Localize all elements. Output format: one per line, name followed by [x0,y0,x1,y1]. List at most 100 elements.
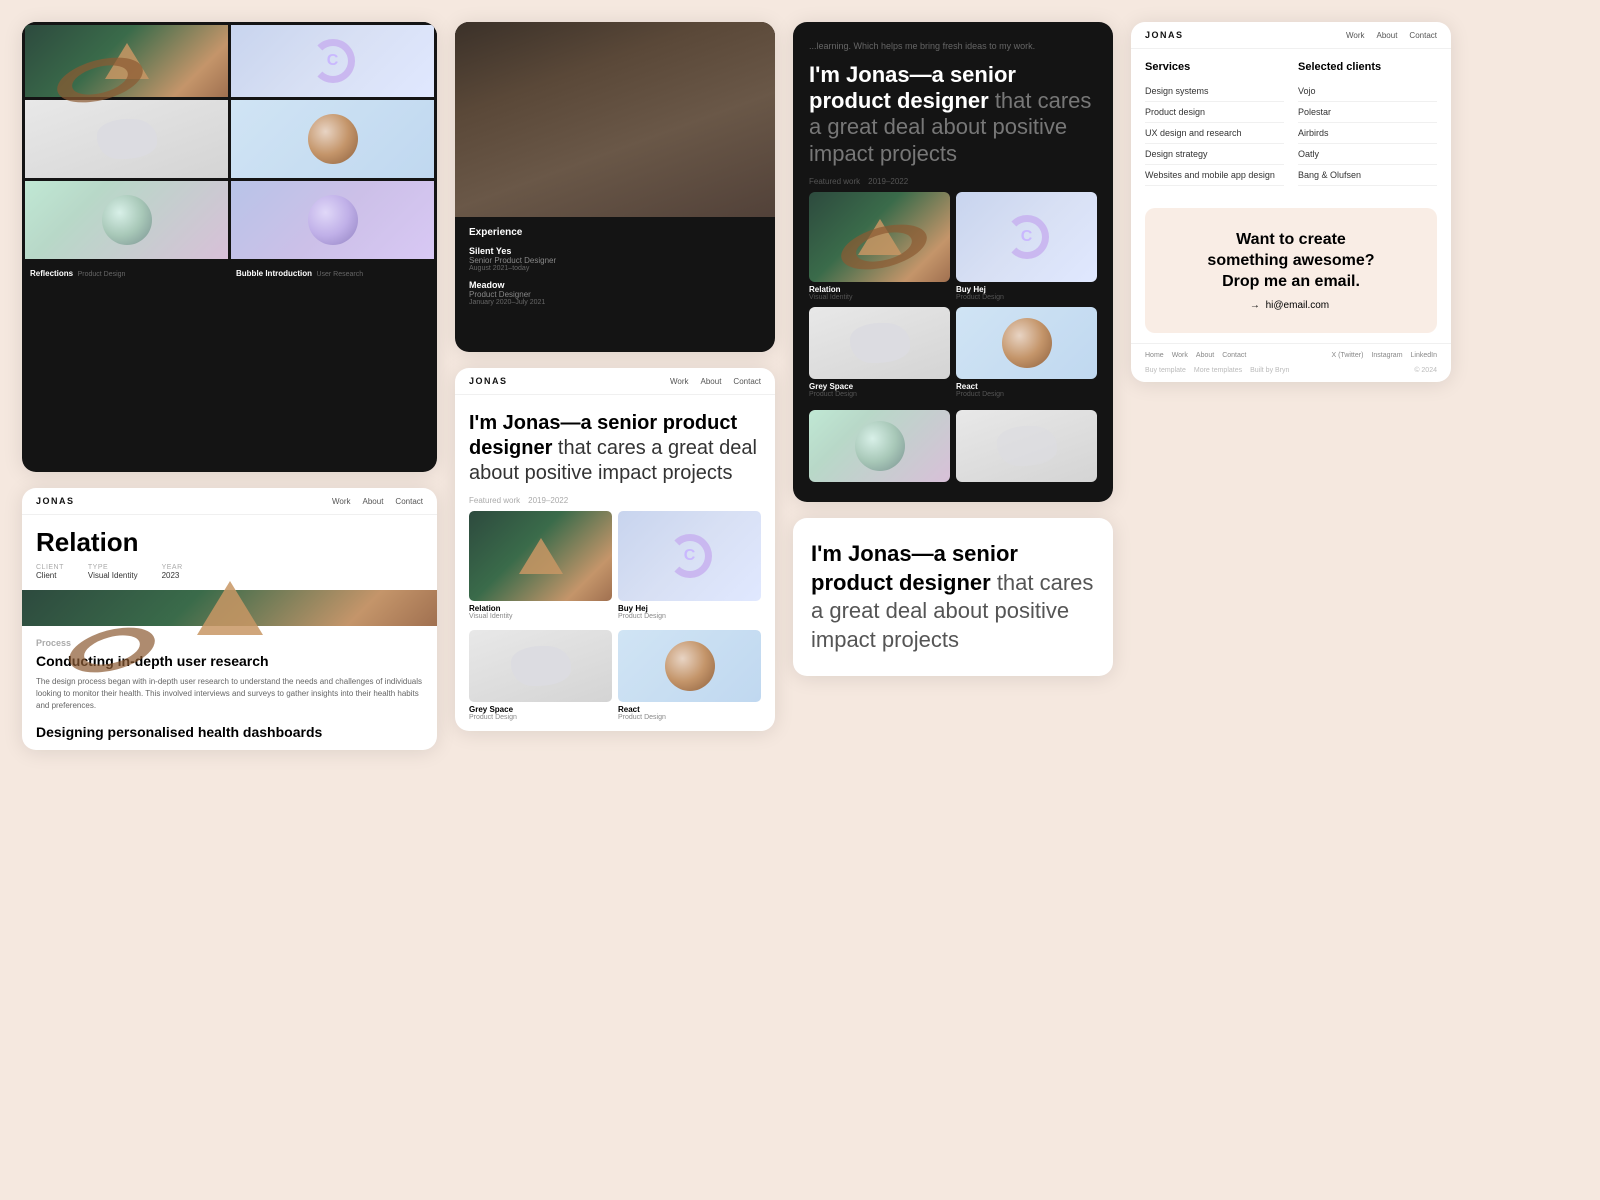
footer-instagram[interactable]: Instagram [1371,352,1402,359]
dark-feat-label: Featured work 2019–2022 [809,177,1097,186]
footer-work[interactable]: Work [1172,352,1188,359]
buy-template[interactable]: Buy template [1145,367,1186,374]
footer-contact[interactable]: Contact [1222,352,1246,359]
footer-about[interactable]: About [1196,352,1214,359]
main-nav-contact[interactable]: Contact [733,377,761,386]
nav-about[interactable]: About [363,497,384,506]
dark-featured: Featured work 2019–2022 Relation Visual … [793,177,1113,301]
nav-logo: JONAS [36,496,75,506]
svc-nav-contact[interactable]: Contact [1409,31,1437,40]
device-services: JONAS Work About Contact Services Design… [1131,22,1451,382]
email-link[interactable]: hi@email.com [1266,300,1330,311]
main-logo: JONAS [469,376,508,386]
footer-social-links[interactable]: X (Twitter) Instagram LinkedIn [1332,352,1437,359]
bio-headline: I'm Jonas—a senior product designer that… [811,540,1095,654]
featured-grid: Relation Visual Identity C Buy Hej Produ… [469,511,761,620]
more-templates[interactable]: More templates [1194,367,1242,374]
company-1: Silent Yes [469,246,761,256]
dark-tile-1[interactable]: Relation Visual Identity [809,192,950,301]
role-1: Senior Product Designer [469,256,761,265]
client-item-1: Vojo [1298,81,1437,102]
more-tile-2[interactable]: React Product Design [618,630,761,721]
arrow-icon: → [1250,300,1260,311]
device-dark-portfolio-grid: Relation Visual Identity C Buy Hej Produ… [22,22,437,472]
featured-tile-1[interactable]: Relation Visual Identity [469,511,612,620]
project-name-6: Bubble Introduction [236,269,312,278]
dark-headline: I'm Jonas—a senior product designer that… [809,62,1097,168]
device-experience: Experience Silent Yes Senior Product Des… [455,22,775,352]
main-headline: I'm Jonas—a senior product designer that… [469,411,761,486]
case-study-hero-image [22,590,437,626]
dark-more-extra [793,404,1113,488]
clients-heading: Selected clients [1298,61,1437,73]
featured-tile-2[interactable]: C Buy Hej Product Design [618,511,761,620]
client-item-2: Polestar [1298,102,1437,123]
client-item-3: Airbirds [1298,123,1437,144]
project-cell-react[interactable]: React Product Design [231,100,434,178]
project-cell-buyhej[interactable]: C Buy Hej Product Design [231,25,434,97]
main-nav: JONAS Work About Contact [455,368,775,395]
dark-more: Grey Space Product Design React Product … [793,301,1113,404]
footer-twitter[interactable]: X (Twitter) [1332,352,1364,359]
dark-more-1[interactable]: Grey Space Product Design [809,307,950,398]
service-item-1: Design systems [1145,81,1284,102]
project-cell-reflections[interactable]: Reflections Product Design [25,181,228,259]
clients-list: Vojo Polestar Airbirds Oatly Bang & Oluf… [1298,81,1437,186]
dark-more-2[interactable]: React Product Design [956,307,1097,398]
footer: Home Work About Contact X (Twitter) Inst… [1131,343,1451,363]
dark-more-grid: Grey Space Product Design React Product … [809,307,1097,398]
built-by: Built by Bryn [1250,367,1289,374]
project-cell-greyspace[interactable]: Grey Space Product Design [25,100,228,178]
dark-pre-text: ...learning. Which helps me bring fresh … [809,40,1097,54]
meta-year: 2023 [162,571,183,580]
footer-bottom: Buy template More templates Built by Bry… [1131,363,1451,382]
main-nav-work[interactable]: Work [670,377,689,386]
device-dark-portfolio-large: ...learning. Which helps me bring fresh … [793,22,1113,502]
dark-headline-bold: I'm Jonas—a senior product designer [809,62,1016,113]
services-col: Services Design systems Product design U… [1145,61,1284,186]
footer-linkedin[interactable]: LinkedIn [1411,352,1437,359]
services-body: Services Design systems Product design U… [1131,49,1451,198]
meta-client: Client [36,571,64,580]
process-title-2: Designing personalised health dashboards [22,724,437,750]
case-study-title: Relation [22,515,437,564]
main-nav-links[interactable]: Work About Contact [670,377,761,386]
dark-extra-1[interactable] [809,410,950,482]
copyright: © 2024 [1414,367,1437,374]
cta-email[interactable]: → hi@email.com [1161,300,1421,311]
project-name-5: Reflections [30,269,73,278]
profile-photo [455,22,775,217]
buy-links[interactable]: Buy template More templates Built by Bry… [1145,367,1289,374]
footer-nav-links[interactable]: Home Work About Contact [1145,352,1246,359]
main-nav-about[interactable]: About [701,377,722,386]
services-heading: Services [1145,61,1284,73]
dark-grid: Relation Visual Identity C Buy Hej Produ… [809,192,1097,301]
services-list: Design systems Product design UX design … [1145,81,1284,186]
project-cell-bubble[interactable]: Bubble Introduction User Research [231,181,434,259]
services-grid: Services Design systems Product design U… [1145,61,1437,186]
process-text: The design process began with in-depth u… [36,676,423,712]
service-item-3: UX design and research [1145,123,1284,144]
services-nav-links[interactable]: Work About Contact [1346,31,1437,40]
device-bio: I'm Jonas—a senior product designer that… [793,518,1113,676]
svc-nav-about[interactable]: About [1377,31,1398,40]
date-2: January 2020–July 2021 [469,299,761,306]
client-item-5: Bang & Olufsen [1298,165,1437,186]
services-logo: JONAS [1145,30,1184,40]
company-2: Meadow [469,280,761,290]
bio-content: I'm Jonas—a senior product designer that… [793,518,1113,676]
role-2: Product Designer [469,290,761,299]
client-item-4: Oatly [1298,144,1437,165]
more-tile-1[interactable]: Grey Space Product Design [469,630,612,721]
nav-links[interactable]: Work About Contact [332,497,423,506]
dark-extra-2[interactable] [956,410,1097,482]
date-1: August 2021–today [469,265,761,272]
svc-nav-work[interactable]: Work [1346,31,1365,40]
nav-work[interactable]: Work [332,497,351,506]
more-projects: Grey Space Product Design React Product … [455,630,775,731]
footer-home[interactable]: Home [1145,352,1164,359]
dark-tile-2[interactable]: C Buy Hej Product Design [956,192,1097,301]
project-type-6: User Research [316,271,363,278]
project-cell-relation[interactable]: Relation Visual Identity [25,25,228,97]
nav-contact[interactable]: Contact [395,497,423,506]
